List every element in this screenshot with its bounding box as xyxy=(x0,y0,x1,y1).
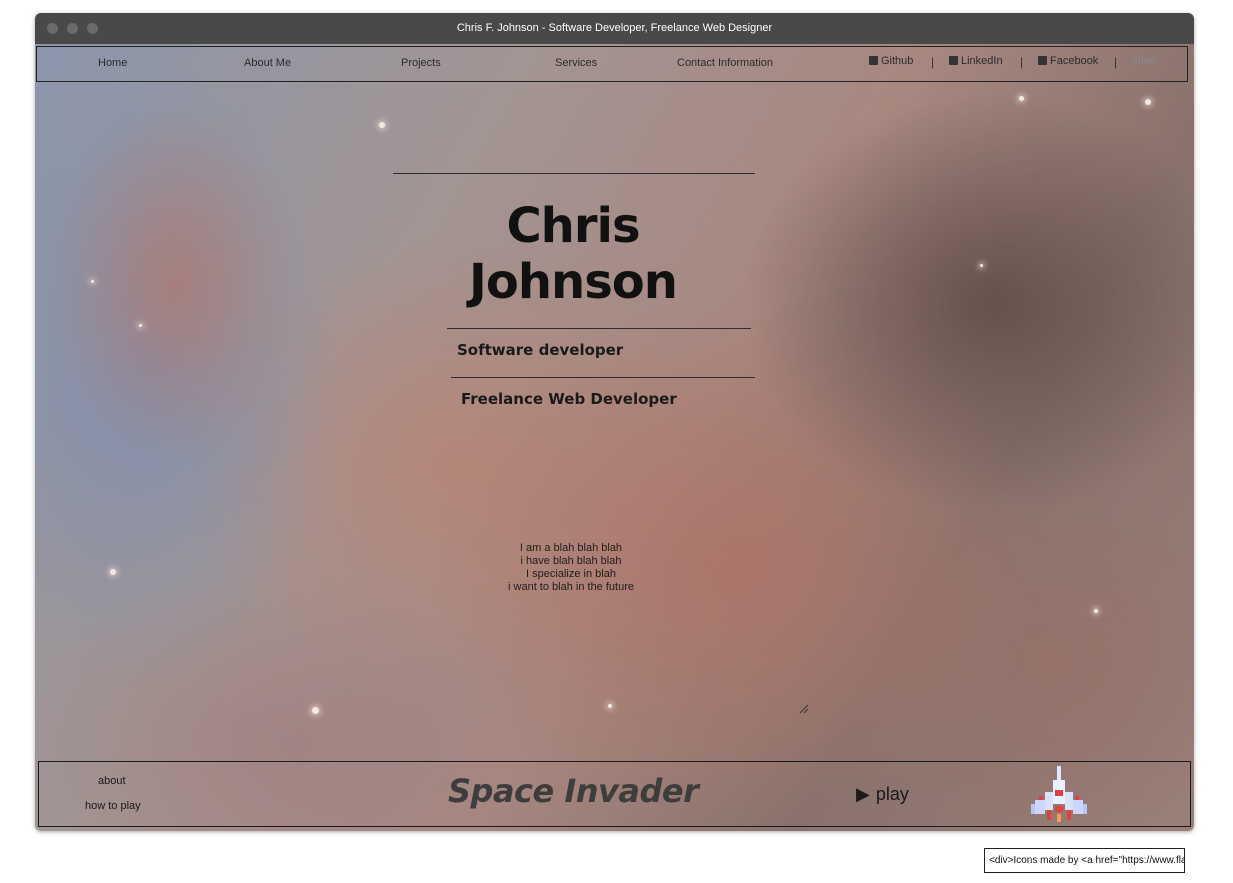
bio-line: i want to blah in the future xyxy=(508,581,634,593)
spaceship-icon xyxy=(1031,766,1087,822)
bio-text: I am a blah blah blah i have blah blah b… xyxy=(471,542,671,594)
play-label: play xyxy=(875,784,909,804)
game-panel: about how to play Space Invader ▶ play xyxy=(38,761,1191,827)
attribution-textbox[interactable]: <div>Icons made by <a href="https://www.… xyxy=(984,848,1185,873)
role-freelance-web-developer: Freelance Web Developer xyxy=(461,390,677,408)
hero-section: Chris Johnson Software developer Freelan… xyxy=(35,44,1194,831)
title-bar: Chris F. Johnson - Software Developer, F… xyxy=(35,13,1194,44)
game-about-link[interactable]: about xyxy=(98,775,126,787)
close-window-button[interactable] xyxy=(47,23,58,34)
page-title: Chris Johnson xyxy=(469,198,678,310)
name-top-divider xyxy=(393,173,755,174)
role-divider xyxy=(447,328,751,329)
window-title: Chris F. Johnson - Software Developer, F… xyxy=(456,22,773,34)
play-triangle-icon: ▶ xyxy=(856,784,870,804)
resize-handle-icon[interactable] xyxy=(799,704,809,714)
page-viewport: Home About Me Projects Services Contact … xyxy=(35,44,1194,831)
game-title: Space Invader xyxy=(448,772,699,810)
role-software-developer: Software developer xyxy=(457,341,624,359)
bio-line: i have blah blah blah xyxy=(520,555,622,567)
role-divider xyxy=(451,377,755,378)
bio-line: I am a blah blah blah xyxy=(519,542,623,554)
browser-window: Chris F. Johnson - Software Developer, F… xyxy=(35,13,1194,831)
bio-line: I specialize in blah xyxy=(526,568,616,580)
minimize-window-button[interactable] xyxy=(67,23,78,34)
play-button[interactable]: ▶ play xyxy=(856,784,909,805)
maximize-window-button[interactable] xyxy=(87,23,98,34)
game-how-to-play-link[interactable]: how to play xyxy=(85,800,141,812)
